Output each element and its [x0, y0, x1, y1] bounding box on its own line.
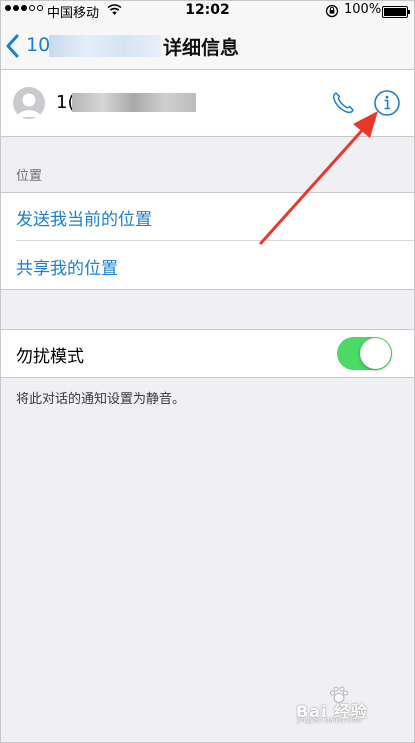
share-my-location-label[interactable]: 共享我的位置	[16, 254, 118, 279]
send-current-location-cell[interactable]: 发送我当前的位置	[1, 192, 414, 241]
do-not-disturb-cell: 勿扰模式	[1, 329, 414, 378]
do-not-disturb-label: 勿扰模式	[16, 347, 84, 367]
back-chevron-icon[interactable]	[6, 34, 20, 58]
page-title: 详细信息	[163, 37, 240, 59]
battery-icon	[382, 6, 410, 18]
toggle-knob[interactable]	[360, 338, 391, 369]
share-my-location-cell[interactable]: 共享我的位置	[1, 241, 414, 290]
rotation-lock-icon	[325, 4, 339, 18]
do-not-disturb-toggle[interactable]	[337, 337, 392, 370]
back-button[interactable]: 10	[26, 34, 50, 56]
screen: 中国移动 12:02 100% 10 详细信息 1(位置 发送我当前的位置 共…	[0, 0, 415, 743]
battery-percent: 100%	[344, 2, 382, 17]
location-section-header: 位置	[16, 169, 43, 184]
baidu-jingyan-watermark: Bai 经验 jingyan.baidu.com	[294, 686, 404, 726]
info-icon[interactable]	[373, 89, 401, 117]
redacted-name	[72, 93, 196, 112]
watermark-url: jingyan.baidu.com	[297, 716, 362, 724]
avatar	[13, 87, 45, 119]
send-current-location-label[interactable]: 发送我当前的位置	[16, 205, 152, 230]
redacted-number	[49, 35, 161, 57]
phone-icon[interactable]	[330, 90, 356, 116]
contact-row[interactable]: 1(	[1, 70, 414, 137]
navigation-bar: 10 详细信息	[1, 21, 414, 70]
do-not-disturb-note: 将此对话的通知设置为静音。	[16, 392, 186, 407]
status-bar: 中国移动 12:02 100%	[1, 1, 414, 21]
